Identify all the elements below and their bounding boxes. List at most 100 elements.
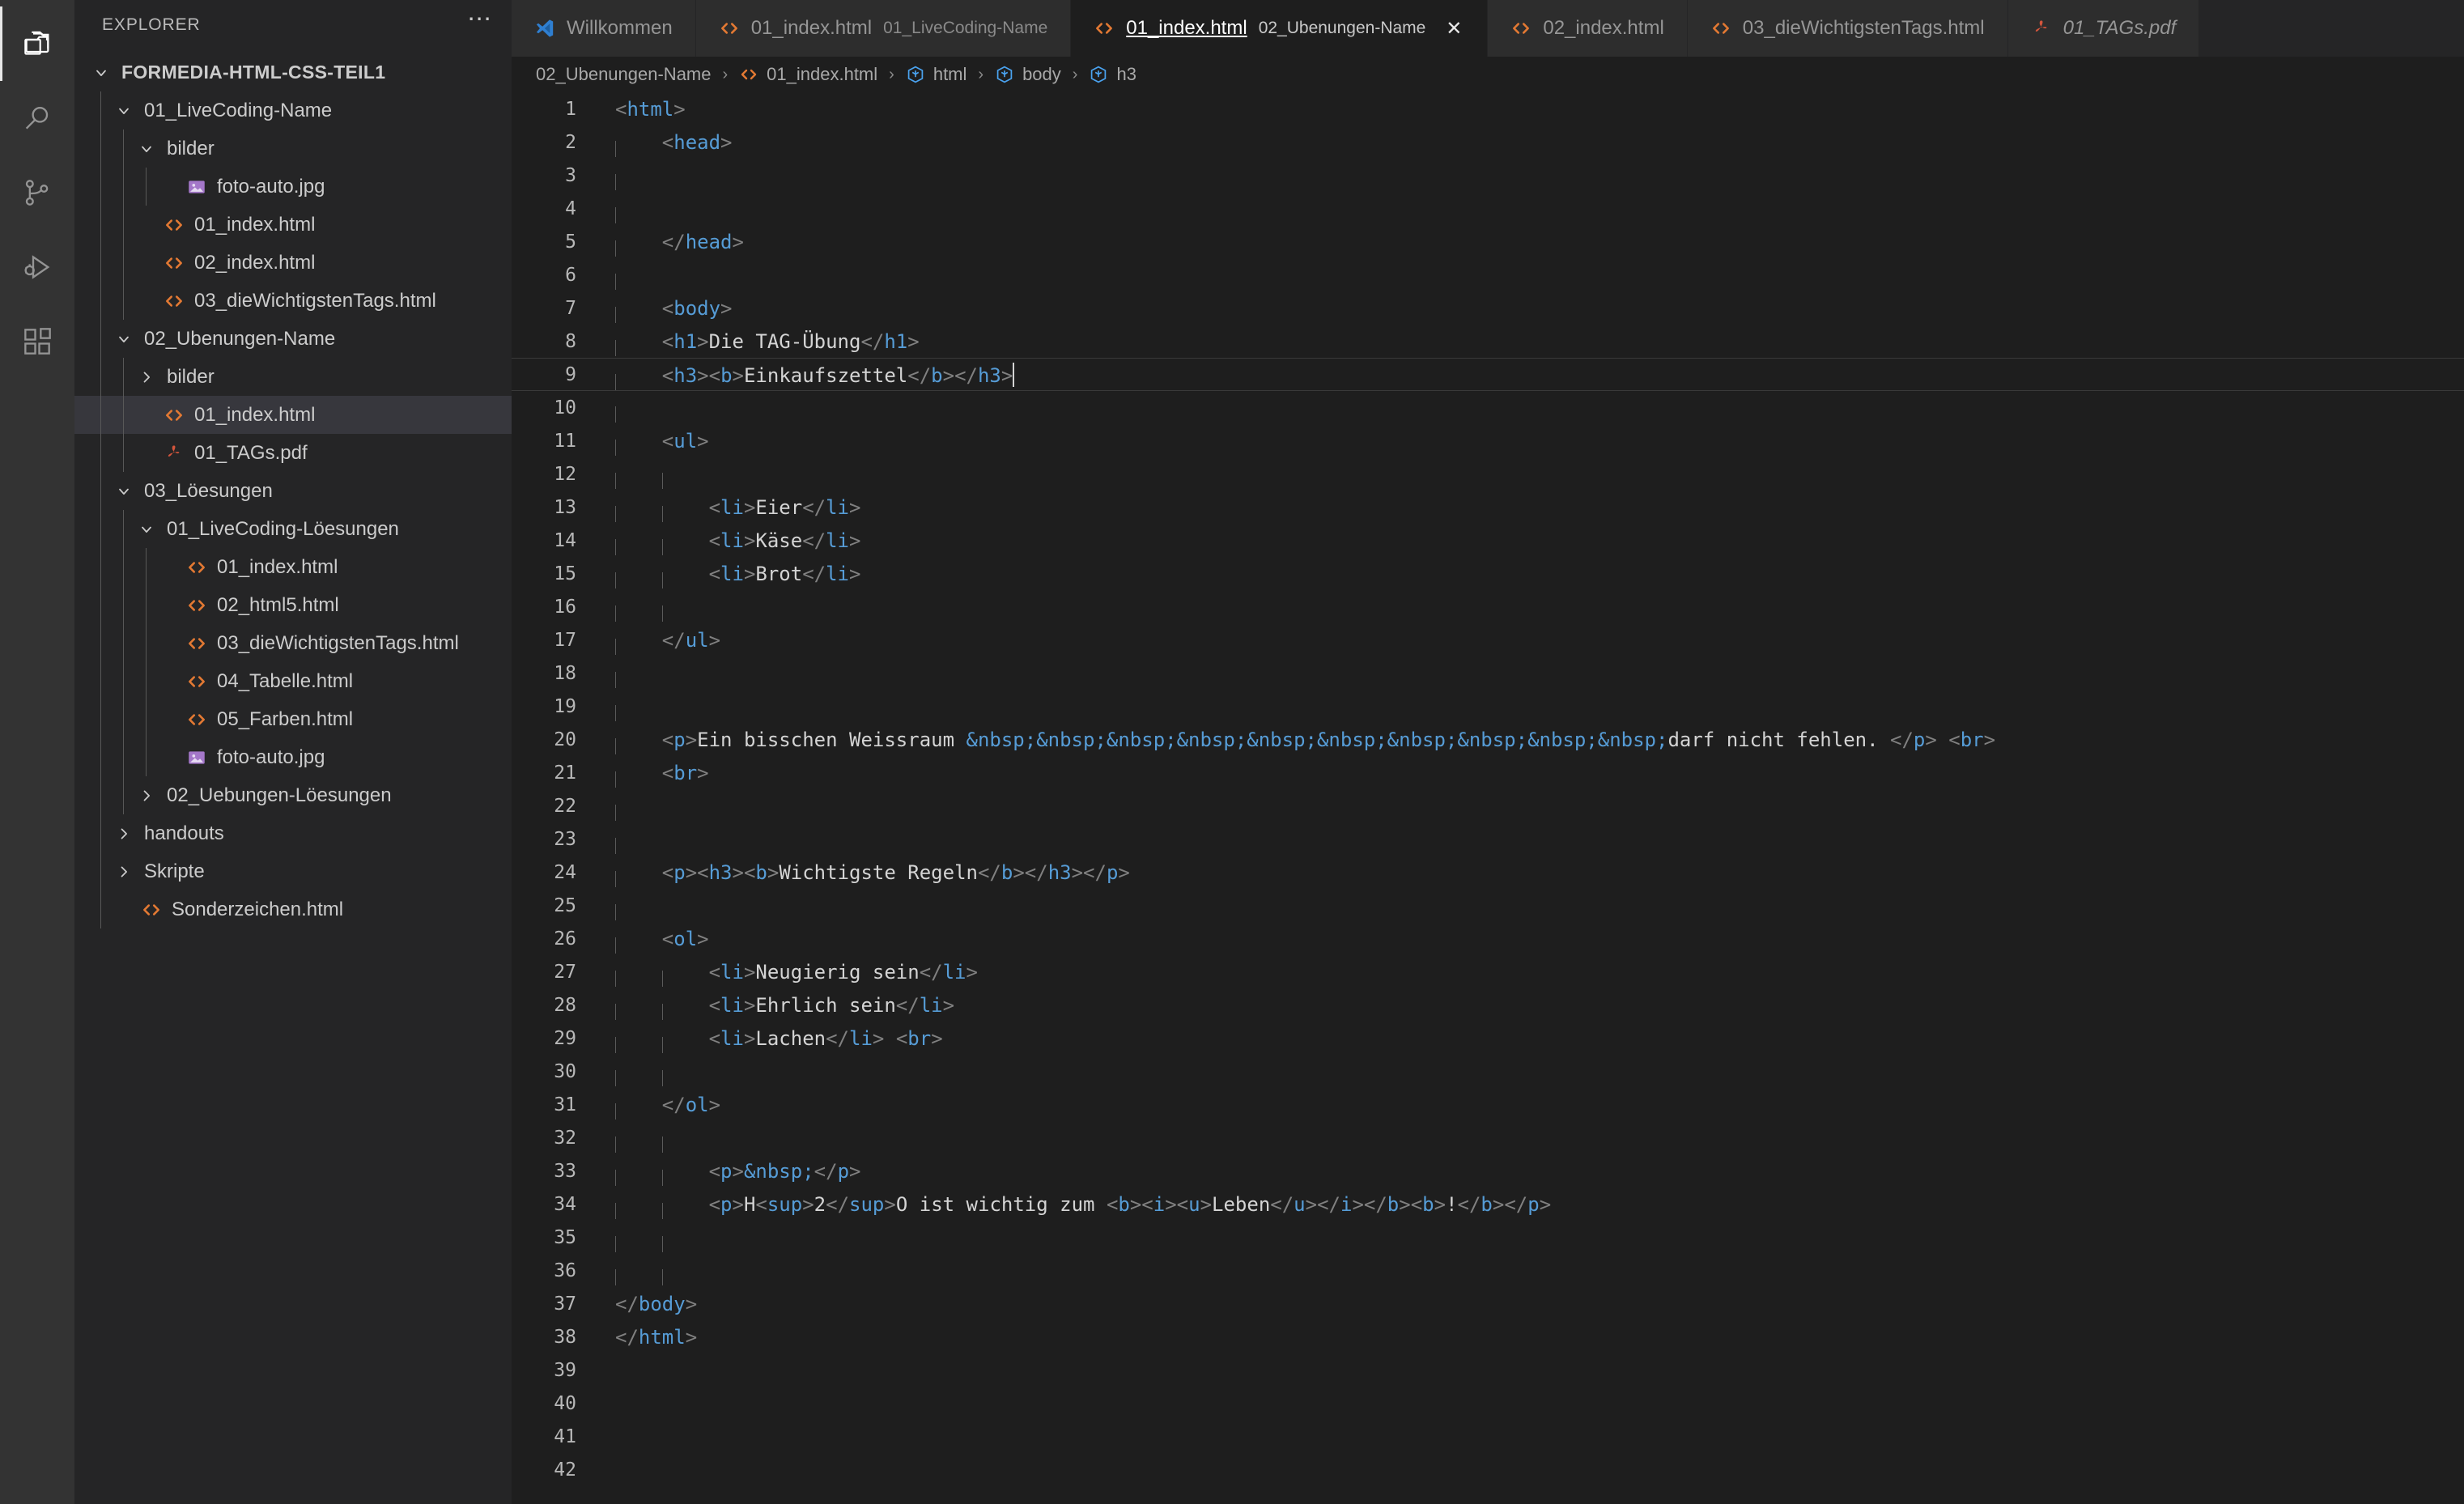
code-line[interactable]: 4	[512, 192, 2464, 225]
tree-folder-item[interactable]: 02_Ubenungen-Name	[74, 320, 512, 358]
code-line[interactable]: 19	[512, 690, 2464, 723]
tree-folder-item[interactable]: bilder	[74, 358, 512, 396]
code-line[interactable]: 1<html>	[512, 92, 2464, 125]
code-line[interactable]: 26<ol>	[512, 922, 2464, 955]
editor-tab[interactable]: 01_TAGs.pdf	[2008, 0, 2200, 57]
tree-file-item[interactable]: 02_index.html	[74, 244, 512, 282]
close-icon[interactable]: ✕	[1443, 17, 1464, 40]
code-line[interactable]: 25	[512, 889, 2464, 922]
editor-tab[interactable]: 01_index.html01_LiveCoding-Name	[696, 0, 1072, 57]
chevron-down-icon[interactable]	[134, 521, 159, 537]
code-editor[interactable]: 1<html>2<head>345</head>67<body>8<h1>Die…	[512, 92, 2464, 1504]
code-line[interactable]: 33<p>&nbsp;</p>	[512, 1154, 2464, 1187]
code-line[interactable]: 40	[512, 1387, 2464, 1420]
activity-item-explorer[interactable]	[0, 6, 74, 81]
code-line[interactable]: 15<li>Brot</li>	[512, 557, 2464, 590]
tree-file-item[interactable]: 03_dieWichtigstenTags.html	[74, 282, 512, 320]
code-line[interactable]: 7<body>	[512, 291, 2464, 325]
chevron-down-icon[interactable]	[112, 483, 136, 499]
editor-tab[interactable]: 03_dieWichtigstenTags.html	[1688, 0, 2008, 57]
tree-folder-item[interactable]: bilder	[74, 130, 512, 168]
code-line[interactable]: 18	[512, 656, 2464, 690]
code-line[interactable]: 13<li>Eier</li>	[512, 491, 2464, 524]
code-line[interactable]: 20<p>Ein bisschen Weissraum &nbsp;&nbsp;…	[512, 723, 2464, 756]
tree-file-item[interactable]: 04_Tabelle.html	[74, 662, 512, 700]
tree-indent-guide	[146, 662, 147, 700]
chevron-right-icon[interactable]	[112, 826, 136, 842]
editor-tab[interactable]: 01_index.html02_Ubenungen-Name✕	[1071, 0, 1488, 57]
code-line[interactable]: 32	[512, 1121, 2464, 1154]
tree-file-item[interactable]: Sonderzeichen.html	[74, 890, 512, 928]
code-line[interactable]: 42	[512, 1453, 2464, 1486]
chevron-down-icon[interactable]	[134, 141, 159, 157]
code-line[interactable]: 24<p><h3><b>Wichtigste Regeln</b></h3></…	[512, 856, 2464, 889]
chevron-right-icon[interactable]	[112, 864, 136, 880]
code-line[interactable]: 10	[512, 391, 2464, 424]
editor-tab[interactable]: 02_index.html	[1488, 0, 1687, 57]
code-line[interactable]: 35	[512, 1221, 2464, 1254]
activity-item-run-debug[interactable]	[0, 230, 74, 304]
code-line[interactable]: 37</body>	[512, 1287, 2464, 1320]
line-number: 28	[512, 995, 576, 1016]
tree-folder-item[interactable]: 01_LiveCoding-Löesungen	[74, 510, 512, 548]
pdf-file-icon	[2031, 18, 2052, 39]
code-line[interactable]: 21<br>	[512, 756, 2464, 789]
activity-item-search[interactable]	[0, 81, 74, 155]
tree-folder-item[interactable]: 01_LiveCoding-Name	[74, 91, 512, 130]
activity-item-source-control[interactable]	[0, 155, 74, 230]
tree-file-item[interactable]: 01_index.html	[74, 206, 512, 244]
code-line[interactable]: 8<h1>Die TAG-Übung</h1>	[512, 325, 2464, 358]
breadcrumb-item[interactable]: h3	[1089, 64, 1136, 85]
code-line[interactable]: 38</html>	[512, 1320, 2464, 1353]
code-line[interactable]: 29<li>Lachen</li> <br>	[512, 1022, 2464, 1055]
code-line[interactable]: 9<h3><b>Einkaufszettel</b></h3>	[512, 358, 2464, 391]
code-line[interactable]: 12	[512, 457, 2464, 491]
tree-file-item[interactable]: 01_index.html	[74, 548, 512, 586]
code-line[interactable]: 28<li>Ehrlich sein</li>	[512, 988, 2464, 1022]
chevron-down-icon[interactable]	[89, 65, 113, 81]
code-line[interactable]: 31</ol>	[512, 1088, 2464, 1121]
tree-file-item[interactable]: 01_index.html	[74, 396, 512, 434]
code-line[interactable]: 39	[512, 1353, 2464, 1387]
tree-folder-item[interactable]: 02_Uebungen-Löesungen	[74, 776, 512, 814]
code-line[interactable]: 27<li>Neugierig sein</li>	[512, 955, 2464, 988]
tree-indent-guide	[123, 282, 124, 320]
code-line[interactable]: 6	[512, 258, 2464, 291]
tree-folder-item[interactable]: 03_Löesungen	[74, 472, 512, 510]
tree-file-item[interactable]: 02_html5.html	[74, 586, 512, 624]
tree-file-item[interactable]: 03_dieWichtigstenTags.html	[74, 624, 512, 662]
activity-item-extensions[interactable]	[0, 304, 74, 379]
code-line[interactable]: 34<p>H<sup>2</sup>O ist wichtig zum <b><…	[512, 1187, 2464, 1221]
code-line[interactable]: 5</head>	[512, 225, 2464, 258]
chevron-down-icon[interactable]	[112, 103, 136, 119]
code-line[interactable]: 16	[512, 590, 2464, 623]
tree-folder-item[interactable]: Skripte	[74, 852, 512, 890]
chevron-right-icon[interactable]	[134, 788, 159, 804]
editor-tab[interactable]: Willkommen	[512, 0, 696, 57]
code-line[interactable]: 41	[512, 1420, 2464, 1453]
breadcrumb-item[interactable]: html	[906, 64, 967, 85]
chevron-down-icon[interactable]	[112, 331, 136, 347]
breadcrumb-item[interactable]: 01_index.html	[739, 64, 877, 85]
breadcrumb-item[interactable]: 02_Ubenungen-Name	[536, 64, 712, 85]
tree-file-item[interactable]: foto-auto.jpg	[74, 168, 512, 206]
code-line[interactable]: 23	[512, 822, 2464, 856]
code-line[interactable]: 30	[512, 1055, 2464, 1088]
sidebar-more-actions-icon[interactable]: ⋯	[467, 15, 492, 35]
code-line[interactable]: 2<head>	[512, 125, 2464, 159]
code-line[interactable]: 22	[512, 789, 2464, 822]
code-line[interactable]: 11<ul>	[512, 424, 2464, 457]
tree-file-item[interactable]: 05_Farben.html	[74, 700, 512, 738]
chevron-right-icon[interactable]	[134, 369, 159, 385]
tree-indent-guide	[123, 548, 124, 586]
code-line[interactable]: 17</ul>	[512, 623, 2464, 656]
tree-file-item[interactable]: foto-auto.jpg	[74, 738, 512, 776]
code-line[interactable]: 36	[512, 1254, 2464, 1287]
code-line[interactable]: 14<li>Käse</li>	[512, 524, 2464, 557]
tree-file-item[interactable]: 01_TAGs.pdf	[74, 434, 512, 472]
tree-root-formedia-html-css-teil1[interactable]: FORMEDIA-HTML-CSS-TEIL1	[74, 53, 512, 91]
breadcrumb-item[interactable]: body	[995, 64, 1061, 85]
line-number: 27	[512, 962, 576, 983]
code-line[interactable]: 3	[512, 159, 2464, 192]
tree-folder-item[interactable]: handouts	[74, 814, 512, 852]
